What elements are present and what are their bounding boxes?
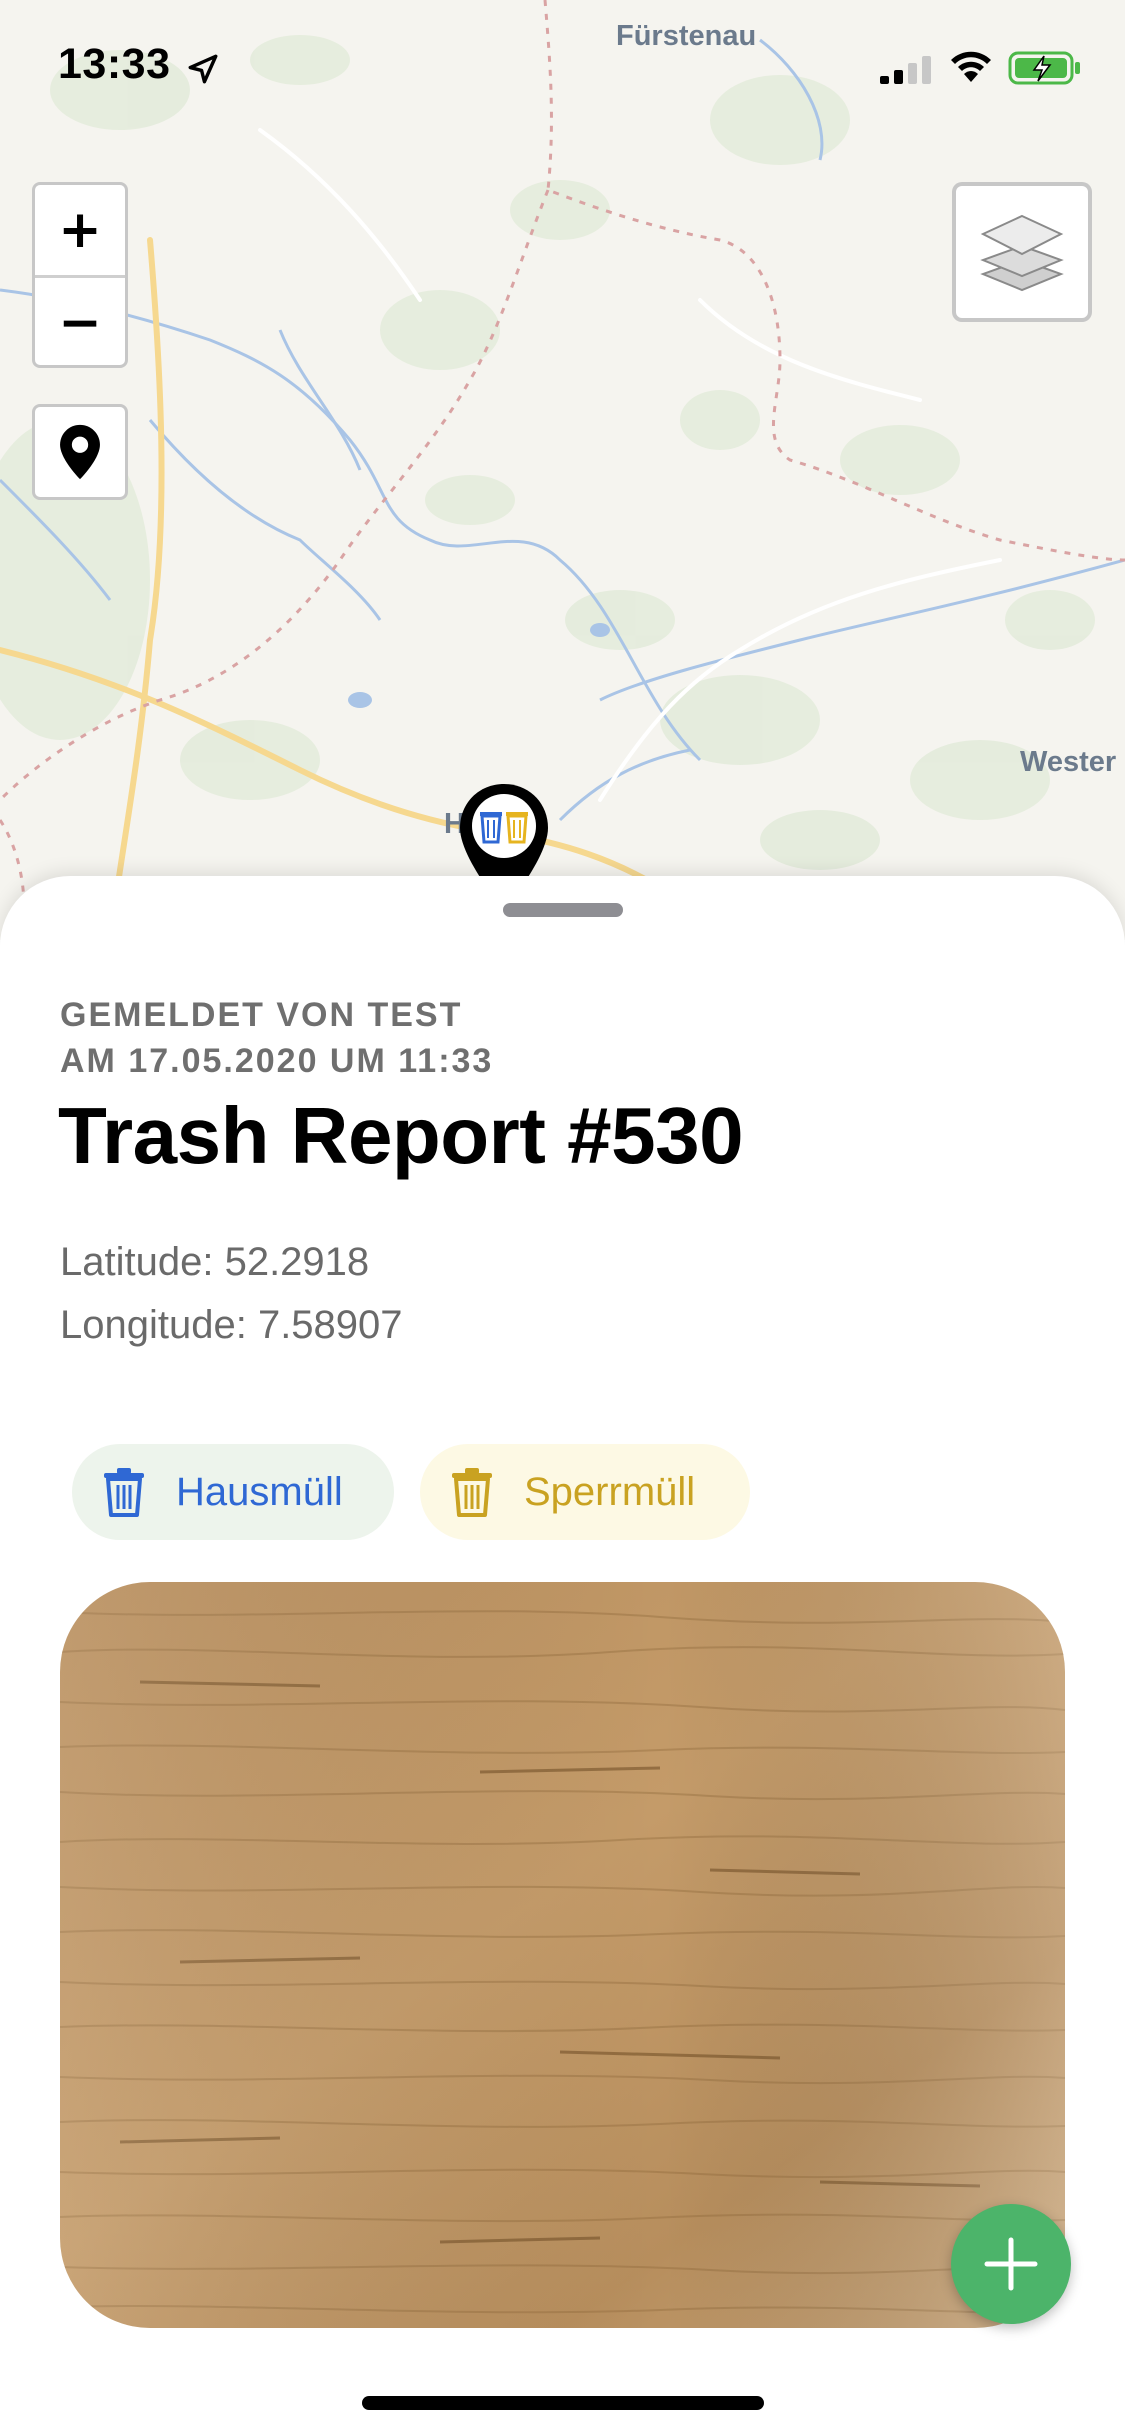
report-detail-sheet: GEMELDET VON TEST AM 17.05.2020 UM 11:33… [0, 876, 1125, 2436]
layers-icon [980, 214, 1064, 292]
zoom-control: + − [32, 182, 128, 368]
latitude-text: Latitude: 52.2918 [60, 1240, 370, 1284]
status-bar: 13:33 [0, 0, 1125, 132]
map-tiles [0, 0, 1125, 940]
locate-button[interactable] [32, 404, 128, 500]
longitude-text: Longitude: 7.58907 [60, 1303, 403, 1347]
trash-icon [104, 1468, 144, 1517]
map-view[interactable]: Fürstenau Wester H [0, 0, 1125, 940]
sheet-drag-handle[interactable] [503, 903, 623, 917]
tag-label: Hausmüll [176, 1469, 343, 1514]
cellular-signal-icon [880, 56, 931, 84]
home-indicator[interactable] [362, 2396, 764, 2410]
reported-by-meta: GEMELDET VON TEST AM 17.05.2020 UM 11:33 [60, 992, 493, 1084]
wifi-icon [951, 51, 991, 82]
battery-charging-icon [1008, 51, 1080, 85]
zoom-in-button[interactable]: + [35, 185, 125, 278]
wood-texture-image [60, 1582, 1065, 2328]
add-report-button[interactable] [951, 2204, 1071, 2324]
report-title: Trash Report #530 [58, 1091, 744, 1180]
map-label-east-town: Wester [1020, 746, 1117, 778]
location-arrow-icon [188, 54, 218, 84]
trash-icon [452, 1468, 492, 1517]
layers-button[interactable] [952, 182, 1092, 322]
reported-date-line: AM 17.05.2020 UM 11:33 [60, 1042, 494, 1080]
zoom-out-button[interactable]: − [35, 278, 125, 365]
location-pin-icon [60, 424, 100, 480]
status-time: 13:33 [58, 40, 171, 88]
tag-label: Sperrmüll [524, 1469, 696, 1514]
reported-by-line: GEMELDET VON TEST [60, 996, 463, 1034]
report-photo[interactable] [60, 1582, 1065, 2328]
tag-sperrmuell: Sperrmüll [420, 1444, 750, 1540]
plus-icon [984, 2237, 1038, 2291]
tag-hausmuell: Hausmüll [72, 1444, 394, 1540]
